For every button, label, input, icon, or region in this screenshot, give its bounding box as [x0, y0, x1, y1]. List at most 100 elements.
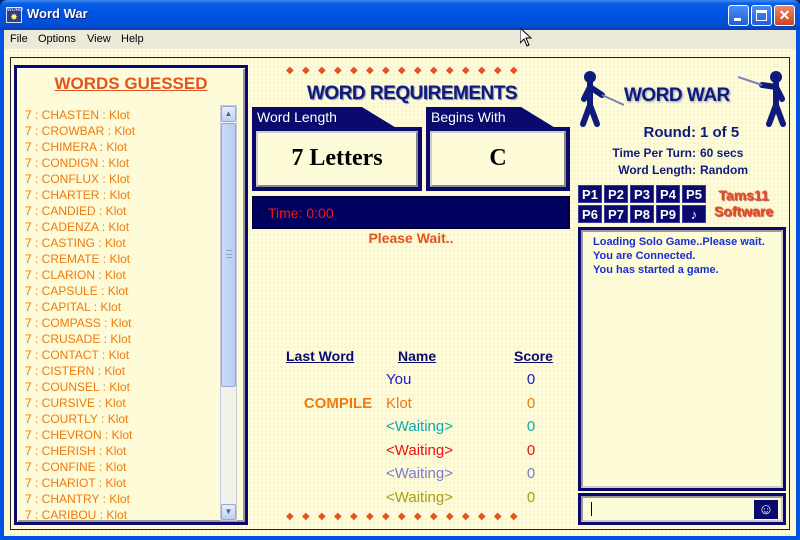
time-per-turn-label: Time Per Turn:: [612, 146, 696, 160]
word-war-app-icon[interactable]: WORD ✸: [6, 7, 23, 23]
player-score: 0: [526, 465, 536, 482]
scroll-thumb[interactable]: [221, 123, 236, 387]
word-length-body: 7 Letters: [252, 127, 422, 191]
player-score: 0: [526, 488, 536, 506]
word-war-logo: WORD WAR: [578, 65, 790, 131]
app-window: WORD ✸ Word War ✕ File Options View Help …: [0, 0, 800, 540]
word-guessed-item[interactable]: 7 : CROWBAR : Klot: [25, 123, 220, 139]
word-guessed-item[interactable]: 7 : COURTLY : Klot: [25, 411, 220, 427]
player-button-p1[interactable]: P1: [578, 185, 602, 203]
timer-text: Time: 0:00: [268, 205, 334, 221]
word-guessed-item[interactable]: 7 : CHASTEN : Klot: [25, 107, 220, 123]
minimize-icon: [734, 18, 741, 21]
chat-message: Loading Solo Game..Please wait.: [593, 236, 765, 248]
player-score: 0: [526, 394, 536, 412]
player-button-p8[interactable]: P8: [630, 205, 654, 223]
scroll-down-button[interactable]: ▼: [221, 504, 236, 520]
player-score: 0: [526, 418, 536, 435]
player-name: <Waiting>: [386, 441, 453, 459]
scroll-up-button[interactable]: ▲: [221, 106, 236, 122]
smiley-icon: ☺: [758, 501, 774, 518]
time-per-turn-value: 60 secs: [700, 146, 744, 160]
sound-toggle-button[interactable]: ♪: [682, 205, 706, 223]
stick-figure-left-icon: [580, 71, 624, 127]
player-button-p2[interactable]: P2: [604, 185, 628, 203]
word-guessed-item[interactable]: 7 : CONFINE : Klot: [25, 459, 220, 475]
player-button-p9[interactable]: P9: [656, 205, 680, 223]
minimize-button[interactable]: [728, 5, 749, 26]
word-guessed-item[interactable]: 7 : CHEVRON : Klot: [25, 427, 220, 443]
last-word: COMPILE: [303, 394, 373, 412]
word-guessed-item[interactable]: 7 : CHERISH : Klot: [25, 443, 220, 459]
tams11-brand: Tams11 Software: [714, 187, 773, 219]
player-score: 0: [526, 441, 536, 459]
player-button-p4[interactable]: P4: [656, 185, 680, 203]
player-button-p6[interactable]: P6: [578, 205, 602, 223]
status-message: Please Wait..: [368, 230, 454, 246]
word-guessed-item[interactable]: 7 : CRUSADE : Klot: [25, 331, 220, 347]
word-guessed-item[interactable]: 7 : CHIMERA : Klot: [25, 139, 220, 155]
score-header: Score: [514, 348, 553, 364]
grip-icon: [226, 250, 232, 258]
player-name: Klot: [386, 394, 412, 412]
word-guessed-item[interactable]: 7 : CISTERN : Klot: [25, 363, 220, 379]
round-value: 1 of 5: [700, 124, 740, 141]
word-guessed-item[interactable]: 7 : CASTING : Klot: [25, 235, 220, 251]
player-name: <Waiting>: [386, 488, 453, 506]
last-word-header: Last Word: [286, 348, 355, 364]
close-button[interactable]: ✕: [774, 5, 795, 26]
player-button-p5[interactable]: P5: [682, 185, 706, 203]
title-bar[interactable]: WORD ✸ Word War ✕: [0, 0, 800, 30]
word-guessed-item[interactable]: 7 : CANDIED : Klot: [25, 203, 220, 219]
player-name: <Waiting>: [386, 465, 453, 482]
chat-input[interactable]: ☺: [581, 496, 783, 522]
word-length-info: Word Length: Random: [590, 163, 748, 177]
word-guessed-item[interactable]: 7 : COMPASS : Klot: [25, 315, 220, 331]
word-guessed-item[interactable]: 7 : CLARION : Klot: [25, 267, 220, 283]
menu-bar: File Options View Help: [4, 30, 796, 49]
menu-view[interactable]: View: [87, 33, 111, 45]
word-guessed-item[interactable]: 7 : CADENZA : Klot: [25, 219, 220, 235]
timer-bar: Time: 0:00: [252, 196, 570, 229]
brand-line-1: Tams11: [718, 187, 769, 203]
word-guessed-item[interactable]: 7 : CONFLUX : Klot: [25, 171, 220, 187]
time-per-turn-info: Time Per Turn: 60 secs: [590, 146, 743, 160]
player-button-p7[interactable]: P7: [604, 205, 628, 223]
word-guessed-item[interactable]: 7 : CONTACT : Klot: [25, 347, 220, 363]
text-caret: [591, 502, 592, 516]
word-guessed-item[interactable]: 7 : CAPSULE : Klot: [25, 283, 220, 299]
word-guessed-item[interactable]: 7 : CARIBOU : Klot: [25, 507, 220, 519]
menu-options[interactable]: Options: [38, 33, 76, 45]
chat-message: You are Connected.: [593, 250, 696, 262]
maximize-icon: [756, 10, 767, 21]
word-guessed-item[interactable]: 7 : CREMATE : Klot: [25, 251, 220, 267]
word-guessed-item[interactable]: 7 : CHARTER : Klot: [25, 187, 220, 203]
word-guessed-item[interactable]: 7 : CONDIGN : Klot: [25, 155, 220, 171]
player-name: <Waiting>: [386, 418, 453, 435]
word-length-info-value: Random: [700, 163, 748, 177]
chevron-down-icon: ▼: [224, 507, 233, 516]
words-list-scrollbar[interactable]: ▲ ▼: [220, 105, 237, 521]
menu-file[interactable]: File: [10, 33, 28, 45]
diamond-divider-top: ◆◆◆◆◆◆◆◆◆◆◆◆◆◆◆: [286, 65, 526, 76]
player-name: You: [386, 371, 412, 388]
chat-message: You has started a game.: [593, 264, 719, 276]
word-requirements-title: WORD REQUIREMENTS: [307, 83, 518, 104]
word-guessed-item[interactable]: 7 : CURSIVE : Klot: [25, 395, 220, 411]
word-guessed-item[interactable]: 7 : CHARIOT : Klot: [25, 475, 220, 491]
player-score: 0: [526, 371, 536, 388]
round-label: Round:: [643, 124, 696, 141]
name-header: Name: [398, 348, 437, 364]
words-guessed-list[interactable]: 7 : CHASTEN : Klot 7 : CROWBAR : Klot 7 : …: [25, 107, 220, 519]
chat-log-text[interactable]: Loading Solo Game..Please wait. You are C…: [581, 230, 783, 488]
word-guessed-item[interactable]: 7 : CHANTRY : Klot: [25, 491, 220, 507]
word-guessed-item[interactable]: 7 : CAPITAL : Klot: [25, 299, 220, 315]
maximize-button[interactable]: [751, 5, 772, 26]
chat-input-frame: ☺: [578, 493, 786, 525]
menu-help[interactable]: Help: [121, 33, 144, 45]
player-button-p3[interactable]: P3: [630, 185, 654, 203]
word-guessed-item[interactable]: 7 : COUNSEL : Klot: [25, 379, 220, 395]
emoticon-button[interactable]: ☺: [754, 500, 778, 519]
logo-text: WORD WAR: [624, 85, 730, 106]
stick-figure-right-icon: [738, 71, 786, 127]
